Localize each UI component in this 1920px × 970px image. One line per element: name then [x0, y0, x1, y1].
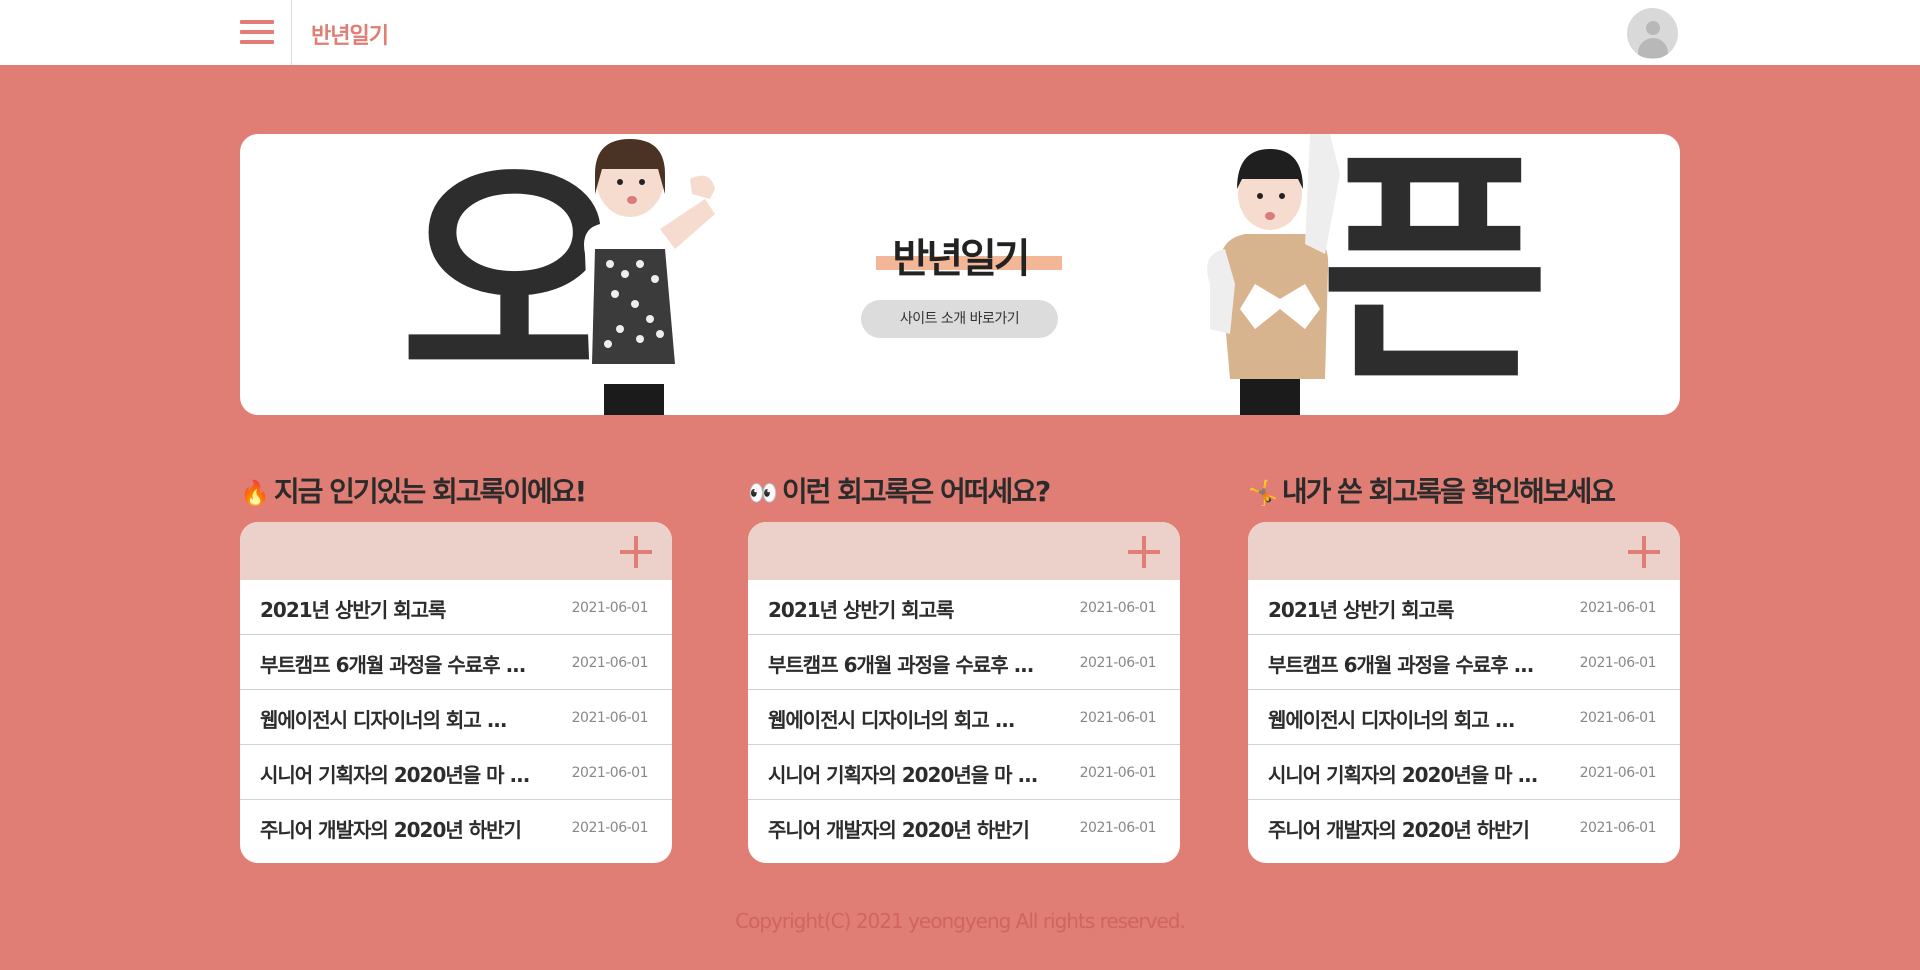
- item-title: 웹에이전시 디자이너의 회고 ...: [1268, 708, 1515, 732]
- site-intro-button[interactable]: 사이트 소개 바로가기: [861, 300, 1058, 338]
- banner-title: 반년일기: [892, 236, 1030, 282]
- section-title-text: 이런 회고록은 어떠세요?: [781, 475, 1051, 508]
- banner-title-wrap: 반년일기: [868, 226, 1062, 282]
- hamburger-menu-icon[interactable]: [240, 18, 274, 48]
- item-title: 웹에이전시 디자이너의 회고 ...: [260, 708, 507, 732]
- user-avatar-icon[interactable]: [1627, 8, 1678, 59]
- item-title: 주니어 개발자의 2020년 하반기: [768, 818, 1030, 842]
- section-title: 👀 이런 회고록은 어떠세요?: [748, 470, 1051, 508]
- item-title: 2021년 상반기 회고록: [768, 598, 954, 622]
- list-item[interactable]: 2021년 상반기 회고록 2021-06-01: [1248, 580, 1680, 635]
- item-date: 2021-06-01: [1579, 765, 1657, 781]
- item-title: 2021년 상반기 회고록: [1268, 598, 1454, 622]
- item-title: 부트캠프 6개월 과정을 수료후 ...: [1268, 653, 1534, 677]
- item-title: 시니어 기획자의 2020년을 마 ...: [260, 763, 530, 787]
- item-title: 부트캠프 6개월 과정을 수료후 ...: [768, 653, 1034, 677]
- list-item[interactable]: 2021년 상반기 회고록 2021-06-01: [240, 580, 672, 635]
- list-item[interactable]: 주니어 개발자의 2020년 하반기 2021-06-01: [1248, 800, 1680, 855]
- item-date: 2021-06-01: [1579, 600, 1657, 616]
- section-title: 🤸 내가 쓴 회고록을 확인해보세요: [1248, 470, 1616, 508]
- item-date: 2021-06-01: [571, 820, 649, 836]
- character-right-illustration: [1207, 134, 1340, 415]
- list-card: 2021년 상반기 회고록 2021-06-01 부트캠프 6개월 과정을 수료…: [748, 522, 1180, 863]
- hero-banner: 오 픈 반년일기 사이트 소개 바로가기: [240, 134, 1680, 415]
- section-title-text: 지금 인기있는 회고록이에요!: [273, 475, 587, 508]
- list-item[interactable]: 부트캠프 6개월 과정을 수료후 ... 2021-06-01: [748, 635, 1180, 690]
- item-title: 주니어 개발자의 2020년 하반기: [260, 818, 522, 842]
- item-date: 2021-06-01: [1579, 655, 1657, 671]
- item-date: 2021-06-01: [1079, 765, 1157, 781]
- fire-icon: 🔥: [240, 479, 270, 507]
- list-item[interactable]: 부트캠프 6개월 과정을 수료후 ... 2021-06-01: [1248, 635, 1680, 690]
- site-logo[interactable]: 반년일기: [311, 18, 389, 50]
- item-date: 2021-06-01: [1079, 710, 1157, 726]
- item-title: 시니어 기획자의 2020년을 마 ...: [1268, 763, 1538, 787]
- item-title: 주니어 개발자의 2020년 하반기: [1268, 818, 1530, 842]
- item-date: 2021-06-01: [571, 710, 649, 726]
- plus-icon[interactable]: [620, 536, 652, 568]
- list-card: 2021년 상반기 회고록 2021-06-01 부트캠프 6개월 과정을 수료…: [240, 522, 672, 863]
- item-date: 2021-06-01: [1079, 600, 1157, 616]
- list-card: 2021년 상반기 회고록 2021-06-01 부트캠프 6개월 과정을 수료…: [1248, 522, 1680, 863]
- list-item[interactable]: 시니어 기획자의 2020년을 마 ... 2021-06-01: [1248, 745, 1680, 800]
- section-title-text: 내가 쓴 회고록을 확인해보세요: [1281, 475, 1616, 508]
- item-title: 웹에이전시 디자이너의 회고 ...: [768, 708, 1015, 732]
- copyright-footer: Copyright(C) 2021 yeongyeng All rights r…: [735, 909, 1186, 933]
- item-date: 2021-06-01: [571, 765, 649, 781]
- item-date: 2021-06-01: [1579, 820, 1657, 836]
- plus-icon[interactable]: [1128, 536, 1160, 568]
- item-title: 시니어 기획자의 2020년을 마 ...: [768, 763, 1038, 787]
- item-title: 부트캠프 6개월 과정을 수료후 ...: [260, 653, 526, 677]
- list-item[interactable]: 주니어 개발자의 2020년 하반기 2021-06-01: [240, 800, 672, 855]
- card-header: [1248, 522, 1680, 580]
- list-item[interactable]: 시니어 기획자의 2020년을 마 ... 2021-06-01: [748, 745, 1180, 800]
- list-item[interactable]: 시니어 기획자의 2020년을 마 ... 2021-06-01: [240, 745, 672, 800]
- list-item[interactable]: 웹에이전시 디자이너의 회고 ... 2021-06-01: [748, 690, 1180, 745]
- list-item[interactable]: 웹에이전시 디자이너의 회고 ... 2021-06-01: [240, 690, 672, 745]
- item-title: 2021년 상반기 회고록: [260, 598, 446, 622]
- plus-icon[interactable]: [1628, 536, 1660, 568]
- item-date: 2021-06-01: [571, 600, 649, 616]
- card-header: [240, 522, 672, 580]
- card-header: [748, 522, 1180, 580]
- item-date: 2021-06-01: [1579, 710, 1657, 726]
- item-date: 2021-06-01: [1079, 820, 1157, 836]
- section-title: 🔥 지금 인기있는 회고록이에요!: [240, 470, 587, 508]
- top-header: 반년일기: [0, 0, 1920, 65]
- person-cartwheel-icon: 🤸: [1248, 479, 1278, 507]
- character-left-illustration: [584, 139, 715, 415]
- header-divider: [291, 0, 292, 65]
- list-item[interactable]: 2021년 상반기 회고록 2021-06-01: [748, 580, 1180, 635]
- list-item[interactable]: 웹에이전시 디자이너의 회고 ... 2021-06-01: [1248, 690, 1680, 745]
- list-item[interactable]: 부트캠프 6개월 과정을 수료후 ... 2021-06-01: [240, 635, 672, 690]
- item-date: 2021-06-01: [1079, 655, 1157, 671]
- list-item[interactable]: 주니어 개발자의 2020년 하반기 2021-06-01: [748, 800, 1180, 855]
- item-date: 2021-06-01: [571, 655, 649, 671]
- eyes-icon: 👀: [748, 479, 778, 507]
